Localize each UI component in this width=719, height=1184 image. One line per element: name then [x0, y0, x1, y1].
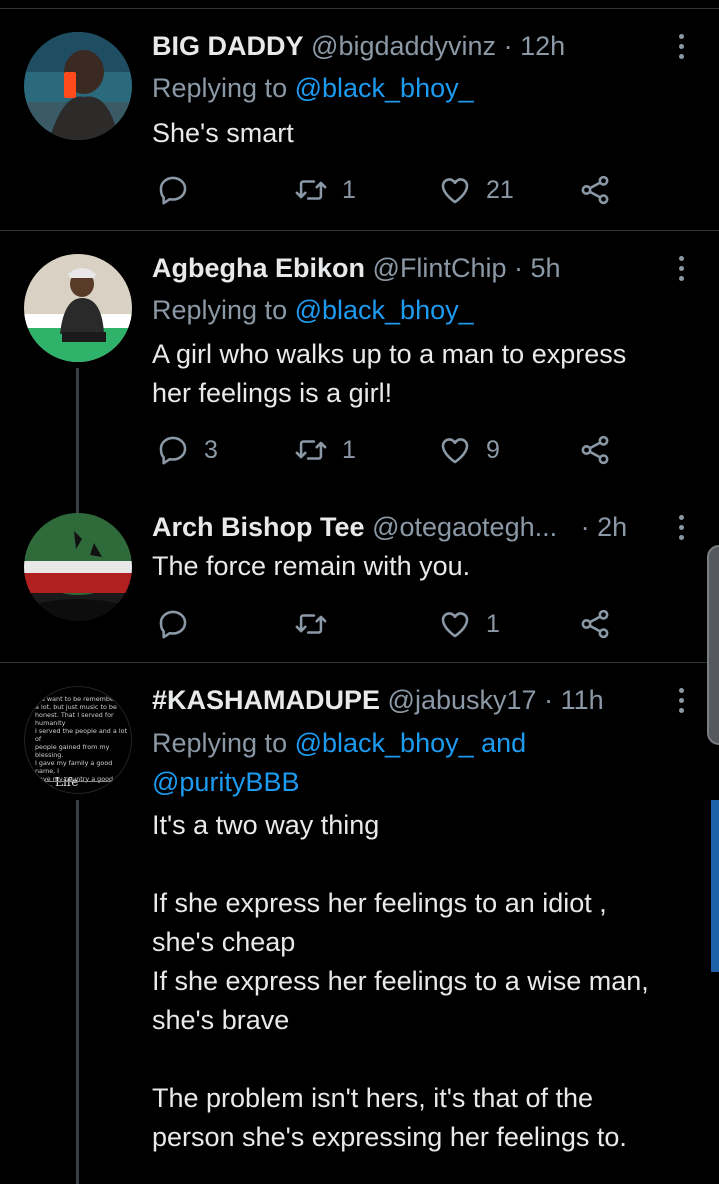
- tweet-thread: BIG DADDY @bigdaddyvinz · 12h Replying t…: [0, 0, 719, 1184]
- retweet-button[interactable]: [294, 604, 342, 644]
- display-name[interactable]: #KASHAMADUPE: [152, 685, 380, 715]
- tweet-text: She's smart: [152, 118, 294, 148]
- more-icon[interactable]: [671, 32, 691, 62]
- avatar[interactable]: [24, 513, 132, 621]
- user-handle[interactable]: @FlintChip: [373, 253, 507, 283]
- replying-to: Replying to @black_bhoy_ and @purityBBB: [152, 724, 526, 802]
- more-icon[interactable]: [671, 254, 691, 284]
- like-button[interactable]: 9: [438, 430, 500, 470]
- tweet-header: Arch Bishop Tee @otegaotegh... · 2h: [152, 509, 627, 545]
- display-name[interactable]: BIG DADDY: [152, 31, 304, 61]
- mention-link[interactable]: @black_bhoy_: [295, 295, 474, 325]
- replying-prefix: Replying to: [152, 295, 295, 325]
- timestamp[interactable]: 2h: [597, 512, 627, 542]
- reply-icon: [159, 610, 187, 639]
- divider: [0, 230, 719, 231]
- more-icon[interactable]: [671, 513, 691, 543]
- reply-button[interactable]: [156, 170, 204, 210]
- user-handle[interactable]: @bigdaddyvinz: [311, 31, 496, 61]
- replying-prefix: Replying to: [152, 728, 295, 758]
- share-icon: [581, 175, 609, 205]
- thread-line: [76, 800, 79, 1184]
- avatar-caption: Life: [55, 775, 79, 789]
- share-button[interactable]: [578, 604, 612, 644]
- retweet-button[interactable]: 1: [294, 430, 356, 470]
- divider: [0, 8, 719, 9]
- tweet-header: #KASHAMADUPE @jabusky17 · 11h: [152, 682, 604, 718]
- avatar-rule: [45, 781, 113, 782]
- more-icon[interactable]: [671, 686, 691, 716]
- share-icon: [581, 609, 609, 639]
- scrollbar-thumb[interactable]: [711, 800, 719, 972]
- timestamp[interactable]: 11h: [561, 685, 604, 715]
- tweet-header: BIG DADDY @bigdaddyvinz · 12h: [152, 28, 565, 64]
- timestamp[interactable]: 12h: [520, 31, 565, 61]
- like-icon: [441, 178, 469, 204]
- avatar[interactable]: [24, 254, 132, 362]
- tweet-text: The force remain with you.: [152, 551, 471, 581]
- mention-link[interactable]: @black_bhoy_: [295, 73, 474, 103]
- like-button[interactable]: 1: [438, 604, 500, 644]
- avatar[interactable]: uld want to be remember a lot, but just …: [24, 686, 132, 794]
- display-name[interactable]: Arch Bishop Tee: [152, 512, 365, 542]
- reply-button[interactable]: 3: [156, 430, 218, 470]
- separator-dot: ·: [544, 685, 554, 715]
- avatar-photo: [24, 254, 132, 362]
- retweet-icon: [295, 440, 327, 460]
- like-icon: [441, 438, 469, 464]
- retweet-count: 1: [342, 435, 356, 464]
- retweet-count: 1: [342, 175, 356, 204]
- separator-dot: ·: [514, 253, 523, 283]
- reply-icon: [159, 436, 187, 465]
- display-name[interactable]: Agbegha Ebikon: [152, 253, 365, 283]
- timestamp[interactable]: 5h: [531, 253, 561, 283]
- user-handle[interactable]: @otegaotegh...: [372, 512, 557, 542]
- avatar-photo: [24, 32, 132, 140]
- retweet-button[interactable]: 1: [294, 170, 356, 210]
- separator-dot: ·: [580, 512, 590, 542]
- reply-count: 3: [204, 435, 218, 464]
- like-count: 1: [486, 609, 500, 638]
- avatar-photo: [24, 513, 132, 621]
- thread-line: [76, 368, 79, 520]
- separator-dot: ·: [503, 31, 513, 61]
- mention-link[interactable]: @black_bhoy_: [295, 728, 474, 758]
- replying-to: Replying to @black_bhoy_: [152, 292, 474, 328]
- replying-to: Replying to @black_bhoy_: [152, 70, 474, 106]
- replying-and: and: [473, 728, 527, 758]
- tweet-header: Agbegha Ebikon @FlintChip · 5h: [152, 250, 561, 286]
- retweet-icon: [295, 180, 327, 200]
- like-button[interactable]: 21: [438, 170, 514, 210]
- like-icon: [441, 612, 469, 638]
- mention-link-2[interactable]: @purityBBB: [152, 767, 299, 797]
- user-handle[interactable]: @jabusky17: [388, 685, 537, 715]
- share-icon: [581, 435, 609, 465]
- edge-panel-handle[interactable]: [707, 545, 719, 745]
- avatar-quote-text: uld want to be remember a lot, but just …: [35, 695, 129, 793]
- share-button[interactable]: [578, 430, 612, 470]
- tweet-text: A girl who walks up to a man to express …: [152, 339, 627, 408]
- divider: [0, 662, 719, 663]
- replying-prefix: Replying to: [152, 73, 295, 103]
- like-count: 21: [486, 175, 514, 204]
- tweet-text: It's a two way thing If she express her …: [152, 810, 649, 1152]
- retweet-icon: [295, 614, 327, 634]
- reply-button[interactable]: [156, 604, 204, 644]
- reply-icon: [159, 176, 187, 205]
- share-button[interactable]: [578, 170, 612, 210]
- like-count: 9: [486, 435, 500, 464]
- avatar[interactable]: [24, 32, 132, 140]
